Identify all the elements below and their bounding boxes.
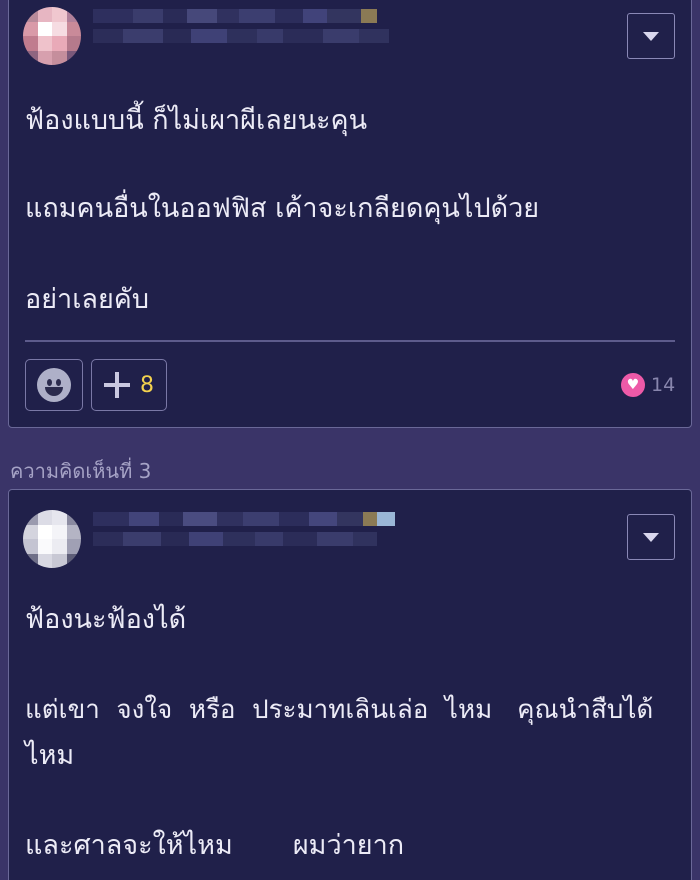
chevron-down-icon	[643, 31, 659, 41]
smiley-icon	[37, 368, 71, 402]
comment-options-button[interactable]	[627, 13, 675, 59]
heart-icon: ♥	[621, 373, 645, 397]
author-name-pixelated[interactable]	[93, 9, 389, 43]
like-count: 14	[651, 374, 676, 396]
comment-card: ฟ้องนะฟ้องได้ แต่เขา จงใจ หรือ ประมาทเลิ…	[8, 489, 692, 880]
comment-body: ฟ้องนะฟ้องได้	[25, 598, 677, 642]
plus-icon	[104, 372, 130, 398]
plus-vote-button[interactable]: 8	[91, 359, 167, 411]
comments-page: ฟ้องแบบนี้ ก็ไม่เผาผีเลยนะคุน แถมคนอื่นใ…	[0, 0, 700, 880]
avatar[interactable]	[23, 510, 81, 568]
comment-body: ฟ้องแบบนี้ ก็ไม่เผาผีเลยนะคุน	[25, 99, 677, 143]
comment-line: และศาลจะให้ไหม ผมว่ายาก	[25, 830, 405, 861]
comment-body: และศาลจะให้ไหม ผมว่ายาก	[25, 824, 677, 868]
like-indicator[interactable]: ♥ 14	[621, 373, 675, 397]
comment-options-button[interactable]	[627, 514, 675, 560]
divider	[25, 340, 675, 342]
comment-body: แต่เขา จงใจ หรือ ประมาทเลินเล่อ ไหม คุณน…	[25, 688, 677, 732]
chevron-down-icon	[643, 532, 659, 542]
comment-line: แถมคนอื่นในออฟฟิส เค้าจะเกลียดคุนไปด้วย	[25, 193, 540, 224]
comment-line: ไหม	[25, 740, 75, 771]
emoji-reaction-button[interactable]	[25, 359, 83, 411]
comment-body: แถมคนอื่นในออฟฟิส เค้าจะเกลียดคุนไปด้วย	[25, 187, 677, 231]
comment-number-label: ความคิดเห็นที่ 3	[10, 459, 152, 483]
comment-body: ไหม	[25, 734, 677, 778]
comment-card: ฟ้องแบบนี้ ก็ไม่เผาผีเลยนะคุน แถมคนอื่นใ…	[8, 0, 692, 428]
comment-line: อย่าเลยคับ	[25, 284, 149, 315]
author-name-pixelated[interactable]	[93, 512, 395, 546]
comment-body: อย่าเลยคับ	[25, 278, 677, 322]
avatar[interactable]	[23, 7, 81, 65]
comment-line: ฟ้องนะฟ้องได้	[25, 604, 187, 635]
comment-line: แต่เขา จงใจ หรือ ประมาทเลินเล่อ ไหม คุณน…	[25, 695, 654, 725]
comment-line: ฟ้องแบบนี้ ก็ไม่เผาผีเลยนะคุน	[25, 105, 368, 136]
plus-vote-count: 8	[140, 372, 154, 398]
